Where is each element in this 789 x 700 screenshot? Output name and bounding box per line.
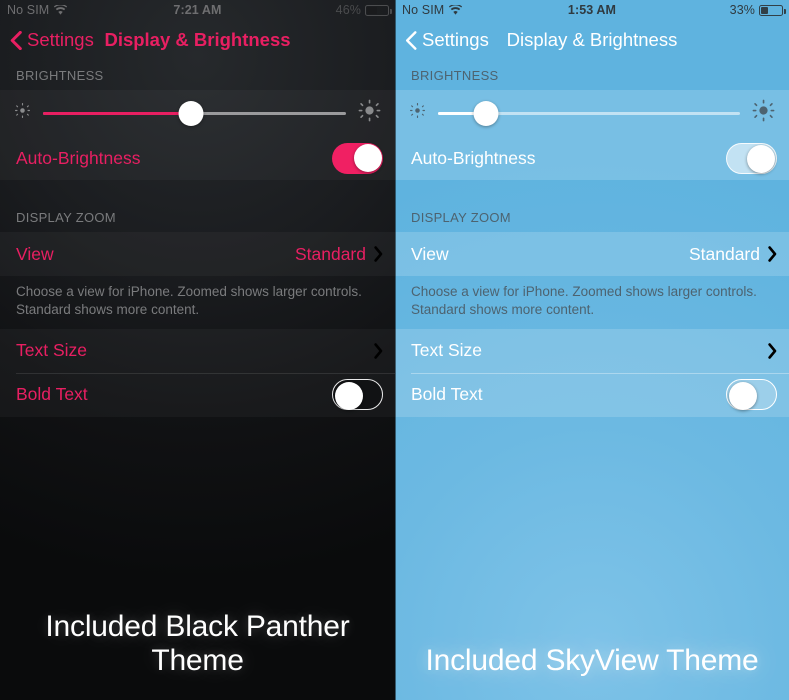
slider-track-fill: [43, 111, 192, 115]
row-bold-text[interactable]: Bold Text: [0, 372, 395, 417]
navigation-bar: Settings Display & Brightness: [0, 20, 395, 60]
brightness-slider[interactable]: [438, 100, 740, 126]
group-brightness: Auto-Brightness: [395, 90, 789, 180]
slider-knob[interactable]: [178, 100, 204, 126]
carrier-label: No SIM: [402, 3, 445, 17]
panel-skyview-theme: No SIM 1:53 AM 33% Settings Display & Br…: [395, 0, 789, 700]
group-text: Text Size Bold Text: [395, 328, 789, 417]
status-bar-left: No SIM: [7, 3, 68, 17]
section-header-display-zoom: DISPLAY ZOOM: [411, 210, 511, 225]
section-header-brightness: BRIGHTNESS: [411, 68, 499, 83]
theme-caption: Included SkyView Theme: [425, 644, 759, 677]
battery-icon: [759, 4, 786, 16]
view-label: View: [16, 243, 54, 264]
auto-brightness-toggle[interactable]: [332, 142, 383, 174]
back-button-label: Settings: [422, 29, 489, 50]
status-bar-left: No SIM: [402, 3, 463, 17]
display-zoom-footnote: Choose a view for iPhone. Zoomed shows l…: [411, 284, 757, 317]
chevron-right-icon: [768, 246, 777, 262]
brightness-slider[interactable]: [43, 100, 346, 126]
row-view[interactable]: View Standard: [0, 232, 395, 276]
chevron-left-icon: [10, 30, 22, 50]
chevron-right-icon: [374, 343, 383, 359]
row-auto-brightness[interactable]: Auto-Brightness: [395, 136, 789, 180]
auto-brightness-toggle[interactable]: [726, 142, 777, 174]
panel-divider: [395, 0, 396, 700]
panel-black-panther-theme: No SIM 7:21 AM 46% Settings Display & Br…: [0, 0, 395, 700]
display-zoom-footnote: Choose a view for iPhone. Zoomed shows l…: [16, 284, 362, 317]
section-header-brightness: BRIGHTNESS: [16, 68, 104, 83]
row-view[interactable]: View Standard: [395, 232, 789, 276]
brightness-high-icon: [752, 99, 775, 127]
row-auto-brightness[interactable]: Auto-Brightness: [0, 136, 395, 180]
brightness-high-icon: [358, 99, 381, 127]
navigation-bar: Settings Display & Brightness: [395, 20, 789, 60]
back-button-label: Settings: [27, 29, 94, 50]
view-value: Standard: [294, 243, 366, 264]
battery-icon: [365, 4, 392, 16]
bold-text-toggle[interactable]: [726, 379, 777, 411]
row-text-size[interactable]: Text Size: [395, 329, 789, 373]
status-bar-right: 46%: [335, 3, 392, 17]
section-header-display-zoom: DISPLAY ZOOM: [16, 210, 116, 225]
brightness-slider-row: [0, 90, 395, 136]
brightness-low-icon: [409, 102, 426, 124]
brightness-low-icon: [14, 102, 31, 124]
battery-percent-label: 33%: [729, 3, 755, 17]
group-display-zoom: View Standard: [0, 232, 395, 276]
group-brightness: Auto-Brightness: [0, 90, 395, 180]
text-size-label: Text Size: [16, 340, 87, 361]
bold-text-label: Bold Text: [411, 384, 483, 405]
wifi-icon: [54, 5, 68, 15]
slider-knob[interactable]: [473, 100, 499, 126]
back-button[interactable]: Settings: [405, 29, 489, 51]
wifi-icon: [449, 5, 463, 15]
status-bar: No SIM 7:21 AM 46%: [0, 0, 395, 20]
status-bar: No SIM 1:53 AM 33%: [395, 0, 789, 20]
theme-caption: Included Black Panther Theme: [45, 610, 350, 677]
chevron-left-icon: [405, 30, 417, 50]
chevron-right-icon: [768, 343, 777, 359]
group-text: Text Size Bold Text: [0, 329, 395, 417]
back-button[interactable]: Settings: [10, 29, 94, 51]
text-size-label: Text Size: [411, 340, 482, 361]
auto-brightness-label: Auto-Brightness: [411, 147, 536, 168]
group-display-zoom: View Standard: [395, 232, 789, 276]
view-value: Standard: [688, 243, 760, 264]
view-label: View: [411, 243, 449, 264]
carrier-label: No SIM: [7, 3, 50, 17]
theme-comparison-stage: No SIM 7:21 AM 46% Settings Display & Br…: [0, 0, 789, 700]
status-bar-right: 33%: [729, 3, 786, 17]
auto-brightness-label: Auto-Brightness: [16, 147, 141, 168]
bold-text-toggle[interactable]: [332, 379, 383, 411]
chevron-right-icon: [374, 246, 383, 262]
brightness-slider-row: [395, 90, 789, 136]
row-bold-text[interactable]: Bold Text: [395, 372, 789, 417]
bold-text-label: Bold Text: [16, 384, 88, 405]
row-text-size[interactable]: Text Size: [0, 329, 395, 373]
battery-percent-label: 46%: [335, 3, 361, 17]
